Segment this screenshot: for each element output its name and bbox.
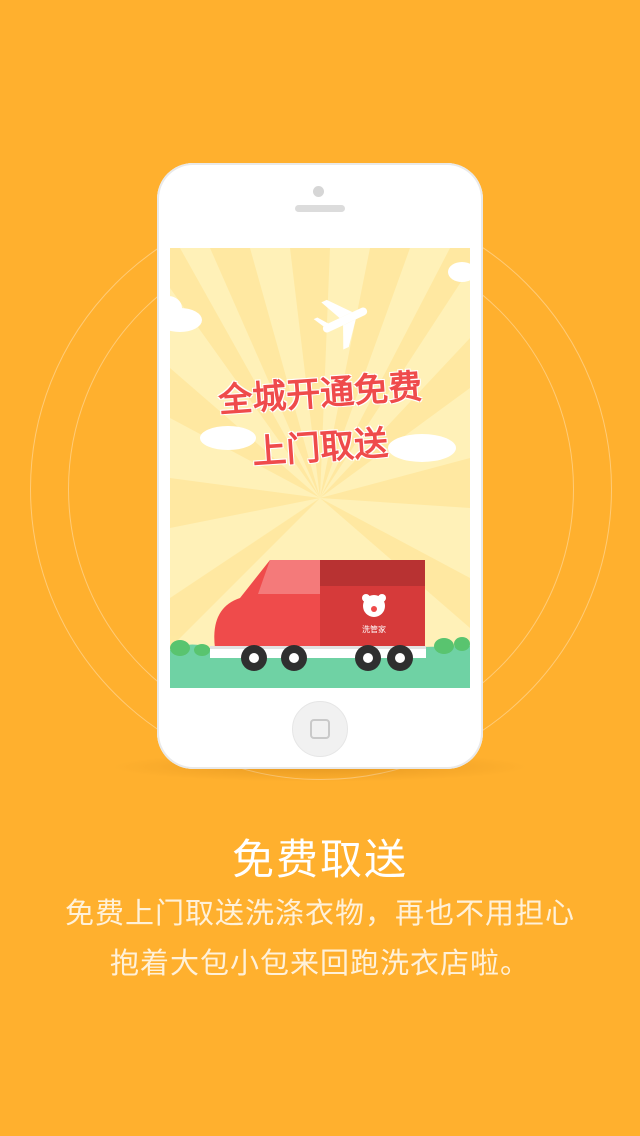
feature-description-line2: 抱着大包小包来回跑洗衣店啦。 [109,946,530,980]
feature-title: 免费取送 [231,835,408,884]
home-button-icon [292,701,348,757]
home-square-icon [310,719,330,739]
phone-speaker [295,205,345,212]
truck-logo-text: 洗管家 [362,624,386,634]
delivery-truck: 洗管家 [210,560,426,671]
phone-screen-illustration: 洗管家 全城开通免费 上门取送 [170,248,470,688]
feature-description-line1: 免费上门取送洗涤衣物，再也不用担心 [64,896,575,930]
phone-camera [313,186,324,197]
phone-mockup: 洗管家 全城开通免费 上门取送 [157,163,483,769]
